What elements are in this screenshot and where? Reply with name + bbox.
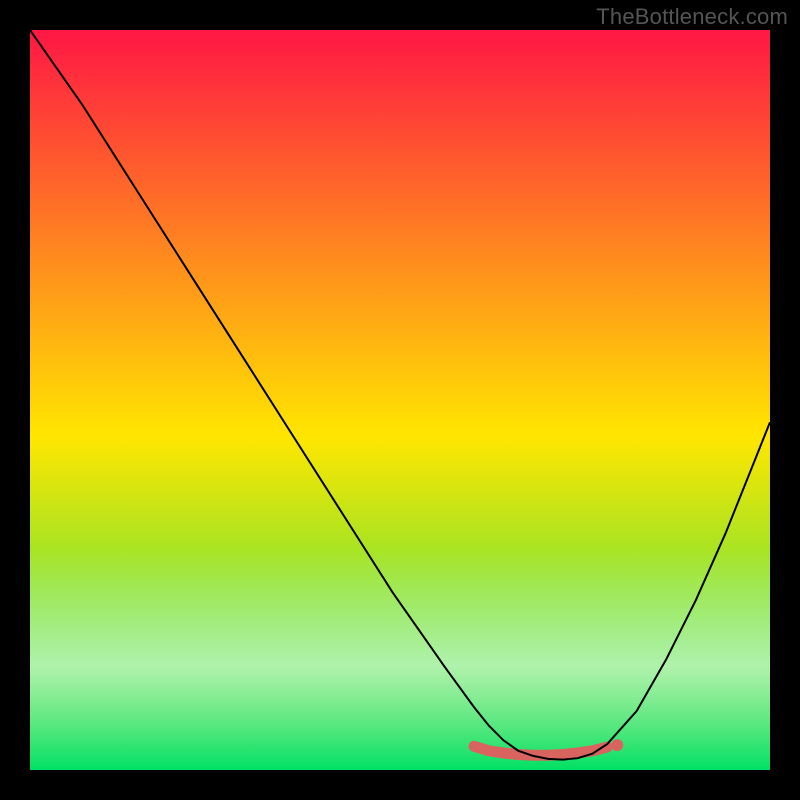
watermark-label: TheBottleneck.com [596,4,788,30]
chart-frame: TheBottleneck.com [0,0,800,800]
chart-plot-area [30,30,770,770]
chart-svg [30,30,770,770]
white-band-overlay [30,30,770,770]
region-marker-dot [611,739,623,751]
